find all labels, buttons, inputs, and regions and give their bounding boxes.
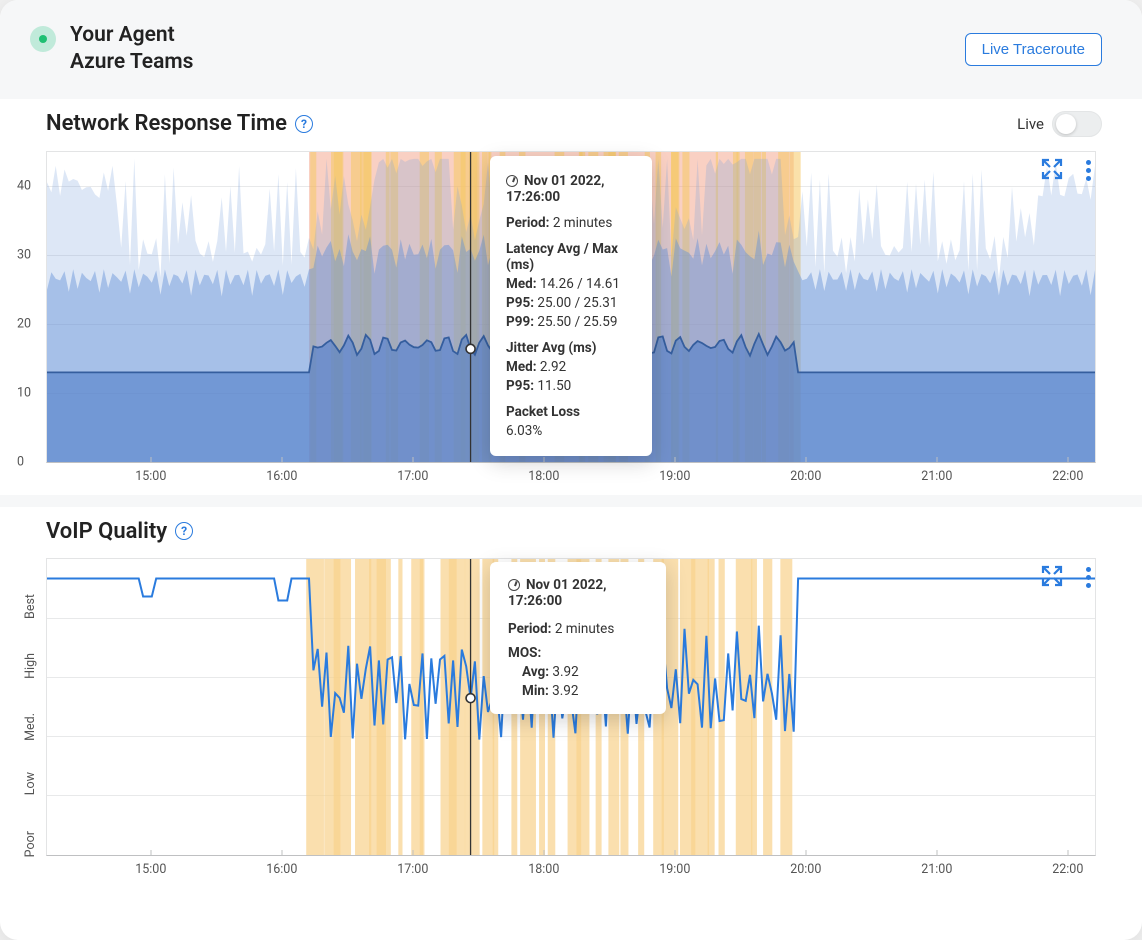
help-icon[interactable]: ? xyxy=(295,115,313,133)
chart-menu-button[interactable] xyxy=(1080,160,1096,181)
clock-icon xyxy=(508,579,520,591)
panel-voip-quality: VoIP Quality ? BestHighMed.LowPoor 15:00… xyxy=(0,507,1142,888)
panel-network-response: Network Response Time ? Live 010203040 xyxy=(0,99,1142,495)
live-label: Live xyxy=(1017,115,1044,133)
chart-menu-button[interactable] xyxy=(1080,567,1096,588)
expand-icon[interactable] xyxy=(1040,157,1064,185)
help-icon[interactable]: ? xyxy=(175,522,193,540)
app-frame: Your Agent Azure Teams Live Traceroute N… xyxy=(0,0,1142,940)
clock-icon xyxy=(506,175,518,187)
live-toggle[interactable] xyxy=(1052,111,1102,137)
live-traceroute-button[interactable]: Live Traceroute xyxy=(965,33,1102,66)
chart-tooltip-network: Nov 01 2022, 17:26:00 Period: 2 minutes … xyxy=(490,156,652,456)
agent-name: Your Agent xyxy=(70,22,193,49)
panel-title: VoIP Quality xyxy=(46,519,167,544)
chart-tooltip-voip: Nov 01 2022, 17:26:00 Period: 2 minutes … xyxy=(490,562,666,714)
panel-title: Network Response Time xyxy=(46,111,287,136)
status-dot-icon xyxy=(30,26,56,52)
header: Your Agent Azure Teams Live Traceroute xyxy=(0,0,1142,99)
service-name: Azure Teams xyxy=(70,49,193,76)
expand-icon[interactable] xyxy=(1040,564,1064,592)
